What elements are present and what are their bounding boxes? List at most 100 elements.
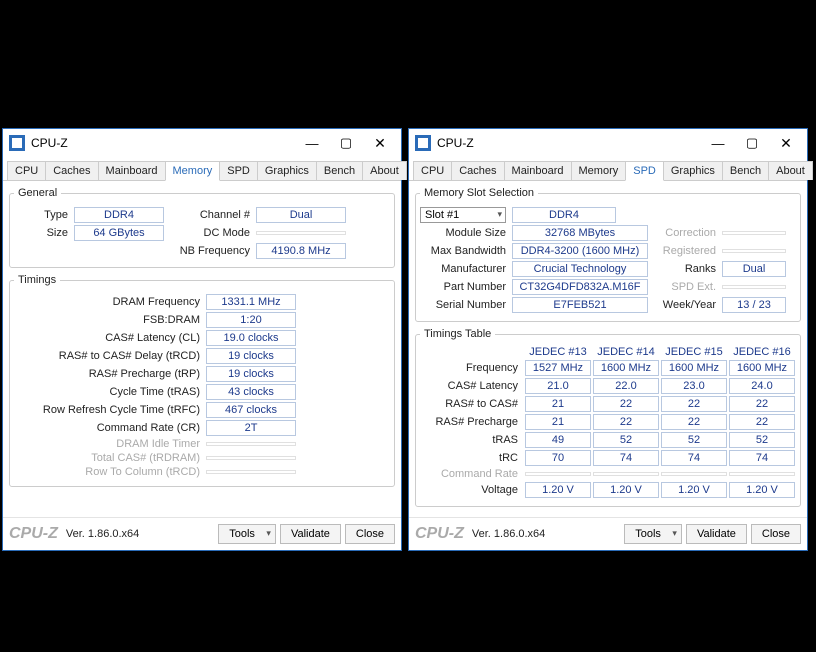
tt-cell: 74 (593, 450, 659, 466)
close-button[interactable]: ✕ (769, 131, 803, 155)
tt-row-label: tRC (420, 452, 524, 464)
close-button[interactable]: ✕ (363, 131, 397, 155)
dcmode-label: DC Mode (164, 227, 256, 239)
footer: CPU-Z Ver. 1.86.0.x64 Tools Validate Clo… (3, 517, 401, 550)
close-button[interactable]: Close (345, 524, 395, 544)
slot-label: Manufacturer (420, 263, 512, 275)
tt-cell: 22 (593, 414, 659, 430)
tt-cell: 22 (661, 414, 727, 430)
tt-cell: 1600 MHz (593, 360, 659, 376)
tab-bench[interactable]: Bench (316, 161, 363, 180)
tab-caches[interactable]: Caches (45, 161, 98, 180)
timing-label: CAS# Latency (CL) (14, 332, 206, 344)
timing-label: Command Rate (CR) (14, 422, 206, 434)
tt-cell (525, 472, 591, 476)
tt-cell: 21.0 (525, 378, 591, 394)
tab-memory[interactable]: Memory (165, 161, 221, 181)
version-text: Ver. 1.86.0.x64 (472, 528, 620, 540)
window-title: CPU-Z (31, 136, 295, 150)
tab-mainboard[interactable]: Mainboard (504, 161, 572, 180)
tab-graphics[interactable]: Graphics (257, 161, 317, 180)
timing-label: DRAM Frequency (14, 296, 206, 308)
tt-cell: 22 (593, 396, 659, 412)
tt-header: JEDEC #13 (524, 346, 592, 358)
titlebar[interactable]: CPU-Z — ▢ ✕ (409, 129, 807, 157)
general-legend: General (14, 187, 61, 199)
validate-button[interactable]: Validate (280, 524, 341, 544)
slot-value: DDR4-3200 (1600 MHz) (512, 243, 648, 259)
validate-button[interactable]: Validate (686, 524, 747, 544)
slot-label-right: Week/Year (648, 299, 722, 311)
slot-label-right: SPD Ext. (648, 281, 722, 293)
tt-row-label: Voltage (420, 484, 524, 496)
tt-row-label: RAS# to CAS# (420, 398, 524, 410)
tt-cell: 74 (729, 450, 795, 466)
timings-legend: Timings (14, 274, 60, 286)
tab-spd[interactable]: SPD (219, 161, 258, 180)
tt-cell: 52 (661, 432, 727, 448)
brand-text: CPU-Z (415, 525, 464, 543)
tt-cell: 74 (661, 450, 727, 466)
slot-value-right (722, 285, 786, 289)
tab-memory[interactable]: Memory (571, 161, 627, 180)
tab-mainboard[interactable]: Mainboard (98, 161, 166, 180)
minimize-button[interactable]: — (701, 131, 735, 155)
timing-label: RAS# to CAS# Delay (tRCD) (14, 350, 206, 362)
timing-label: Row Refresh Cycle Time (tRFC) (14, 404, 206, 416)
slot-value-right (722, 249, 786, 253)
channel-label: Channel # (164, 209, 256, 221)
timing-value (206, 470, 296, 474)
tools-button[interactable]: Tools (624, 524, 682, 544)
timing-value (206, 456, 296, 460)
timing-label: Row To Column (tRCD) (14, 466, 206, 478)
tt-cell: 21 (525, 414, 591, 430)
close-button[interactable]: Close (751, 524, 801, 544)
tab-caches[interactable]: Caches (451, 161, 504, 180)
slot-value: CT32G4DFD832A.M16F (512, 279, 648, 295)
timing-value: 43 clocks (206, 384, 296, 400)
tt-header: JEDEC #16 (728, 346, 796, 358)
tt-cell (729, 472, 795, 476)
tab-spd[interactable]: SPD (625, 161, 664, 181)
slot-value: Crucial Technology (512, 261, 648, 277)
tab-about[interactable]: About (768, 161, 813, 180)
tab-about[interactable]: About (362, 161, 407, 180)
tt-row-label: tRAS (420, 434, 524, 446)
slot-label: Serial Number (420, 299, 512, 311)
tab-cpu[interactable]: CPU (7, 161, 46, 180)
tt-cell: 1.20 V (729, 482, 795, 498)
tt-cell: 22 (729, 414, 795, 430)
slot-value: E7FEB521 (512, 297, 648, 313)
tab-cpu[interactable]: CPU (413, 161, 452, 180)
maximize-button[interactable]: ▢ (735, 131, 769, 155)
type-value: DDR4 (74, 207, 164, 223)
slot-value-right: Dual (722, 261, 786, 277)
timing-value (206, 442, 296, 446)
timings-group: Timings DRAM Frequency1331.1 MHzFSB:DRAM… (9, 274, 395, 487)
app-icon (415, 135, 431, 151)
tab-graphics[interactable]: Graphics (663, 161, 723, 180)
tab-bench[interactable]: Bench (722, 161, 769, 180)
slot-select[interactable]: Slot #1 (420, 207, 506, 223)
timing-value: 1:20 (206, 312, 296, 328)
tools-button[interactable]: Tools (218, 524, 276, 544)
size-value: 64 GBytes (74, 225, 164, 241)
general-group: General Type DDR4 Channel # Dual Size 64… (9, 187, 395, 268)
timing-label: Cycle Time (tRAS) (14, 386, 206, 398)
minimize-button[interactable]: — (295, 131, 329, 155)
tt-cell: 22 (661, 396, 727, 412)
tt-row-label: RAS# Precharge (420, 416, 524, 428)
timing-label: FSB:DRAM (14, 314, 206, 326)
timing-value: 2T (206, 420, 296, 436)
tt-cell: 22 (729, 396, 795, 412)
size-label: Size (14, 227, 74, 239)
tt-cell: 70 (525, 450, 591, 466)
titlebar[interactable]: CPU-Z — ▢ ✕ (3, 129, 401, 157)
timing-value: 1331.1 MHz (206, 294, 296, 310)
tt-cell: 49 (525, 432, 591, 448)
slot-value-right (722, 231, 786, 235)
maximize-button[interactable]: ▢ (329, 131, 363, 155)
slot-label-right: Ranks (648, 263, 722, 275)
brand-text: CPU-Z (9, 525, 58, 543)
timing-value: 19 clocks (206, 366, 296, 382)
